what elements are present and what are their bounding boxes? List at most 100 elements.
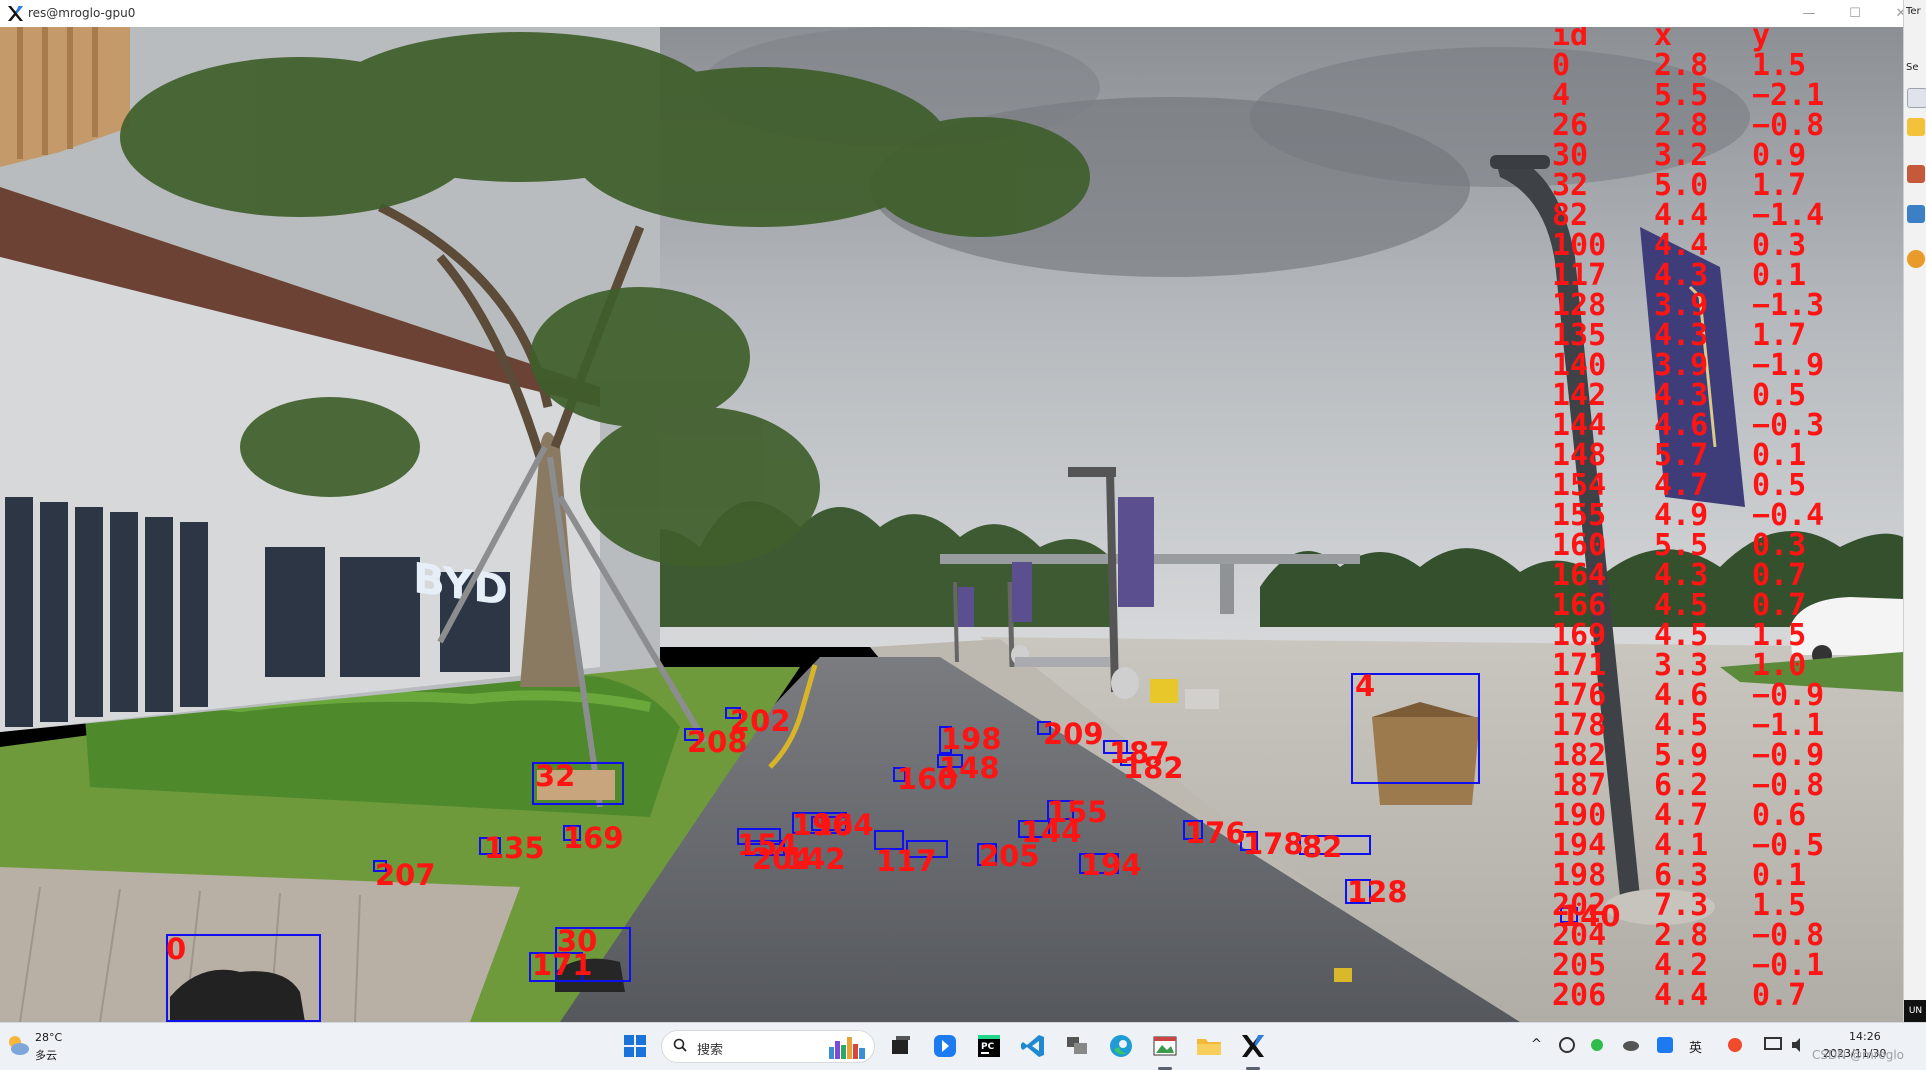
- table-cell-x: 4.5: [1654, 708, 1709, 743]
- table-cell-y: −0.4: [1752, 498, 1825, 533]
- table-cell-y: −0.3: [1752, 408, 1825, 443]
- city-widget-icon: [829, 1037, 865, 1059]
- display-icon[interactable]: [1762, 1034, 1784, 1056]
- edge-browser-icon[interactable]: [1106, 1031, 1136, 1061]
- table-cell-y: 0.6: [1752, 798, 1807, 833]
- sogou-icon[interactable]: [1724, 1034, 1746, 1056]
- detection-label: 178: [1243, 827, 1304, 861]
- table-cell-x: 4.1: [1654, 828, 1709, 863]
- detection-label: 164: [813, 808, 874, 842]
- image-viewer-icon[interactable]: [1150, 1031, 1180, 1061]
- x-logo-icon: [8, 6, 23, 21]
- strip-badge: UN: [1904, 1000, 1926, 1022]
- maximize-button[interactable]: ☐: [1832, 0, 1878, 27]
- detection-label: 198: [941, 722, 1002, 756]
- x-logo-icon[interactable]: [1238, 1031, 1268, 1061]
- table-cell-id: 182: [1552, 738, 1607, 773]
- table-cell-y: −1.4: [1752, 198, 1825, 233]
- remote-desktop-icon[interactable]: [1062, 1031, 1092, 1061]
- svg-text:PC: PC: [981, 1042, 995, 1052]
- detection-label: 82: [1302, 830, 1343, 864]
- table-cell-x: 4.4: [1654, 978, 1709, 1013]
- detection-label: 209: [1043, 717, 1104, 751]
- table-cell-y: −0.9: [1752, 738, 1825, 773]
- table-cell-x: 3.2: [1654, 138, 1709, 173]
- table-cell-x: 5.5: [1654, 528, 1709, 563]
- detection-box: [166, 934, 321, 1022]
- table-cell-y: 0.1: [1752, 258, 1807, 293]
- detection-label: 207: [375, 858, 436, 892]
- table-cell-id: 160: [1552, 528, 1607, 563]
- table-cell-id: 198: [1552, 858, 1607, 893]
- table-cell-id: 4: [1552, 78, 1571, 113]
- table-cell-id: 171: [1552, 648, 1607, 683]
- detection-label: 0: [166, 932, 187, 966]
- folder-icon[interactable]: [1194, 1031, 1224, 1061]
- table-cell-id: 144: [1552, 408, 1607, 443]
- table-cell-y: 0.5: [1752, 468, 1807, 503]
- table-cell-y: 1.5: [1752, 888, 1807, 923]
- table-cell-id: 155: [1552, 498, 1607, 533]
- network-cloud-icon[interactable]: [1620, 1034, 1642, 1056]
- app-icon[interactable]: [1907, 165, 1925, 183]
- table-cell-y: 0.3: [1752, 528, 1807, 563]
- table-cell-x: 4.7: [1654, 468, 1709, 503]
- window-title: res@mroglo-gpu0: [28, 6, 136, 20]
- detection-label: 32: [535, 759, 576, 793]
- taskbar-search[interactable]: 搜索: [661, 1030, 875, 1063]
- table-cell-x: 2.8: [1654, 918, 1709, 953]
- star-icon[interactable]: [1907, 118, 1925, 136]
- table-cell-id: 187: [1552, 768, 1607, 803]
- table-cell-y: −0.1: [1752, 948, 1825, 983]
- bluetooth-app-icon[interactable]: [1654, 1034, 1676, 1056]
- search-field-icon[interactable]: [1907, 88, 1926, 108]
- minimize-button[interactable]: —: [1786, 0, 1832, 27]
- table-cell-x: 4.3: [1654, 258, 1709, 293]
- table-cell-id: 178: [1552, 708, 1607, 743]
- sync-icon[interactable]: [1556, 1034, 1578, 1056]
- table-cell-id: 140: [1552, 348, 1607, 383]
- table-cell-y: 0.7: [1752, 558, 1807, 593]
- table-cell-x: 4.5: [1654, 618, 1709, 653]
- table-cell-y: 0.3: [1752, 228, 1807, 263]
- ime-indicator[interactable]: 英: [1689, 1037, 1702, 1056]
- table-cell-y: 1.5: [1752, 48, 1807, 83]
- wechat-icon[interactable]: [1586, 1034, 1608, 1056]
- detection-label: 4: [1355, 669, 1376, 703]
- vscode-icon[interactable]: [1018, 1031, 1048, 1061]
- table-cell-id: 205: [1552, 948, 1607, 983]
- table-cell-id: 190: [1552, 798, 1607, 833]
- volume-icon[interactable]: [1788, 1034, 1810, 1056]
- table-cell-y: 1.7: [1752, 168, 1807, 203]
- blue-arrow-app-icon[interactable]: [930, 1031, 960, 1061]
- table-cell-x: 4.6: [1654, 408, 1709, 443]
- table-cell-x: 4.3: [1654, 378, 1709, 413]
- app-icon[interactable]: [1907, 205, 1925, 223]
- table-cell-x: 4.2: [1654, 948, 1709, 983]
- app-icon[interactable]: [1907, 250, 1925, 268]
- table-cell-id: 169: [1552, 618, 1607, 653]
- table-cell-id: 204: [1552, 918, 1607, 953]
- tray-overflow-chevron[interactable]: ^: [1531, 1037, 1542, 1052]
- table-cell-y: −0.8: [1752, 768, 1825, 803]
- detection-label: 171: [532, 948, 593, 982]
- background-window-edge: Ter Se UN: [1903, 0, 1926, 1022]
- table-cell-x: 6.3: [1654, 858, 1709, 893]
- task-view-icon[interactable]: [886, 1031, 916, 1061]
- detection-label: 182: [1123, 751, 1184, 785]
- table-cell-id: 30: [1552, 138, 1589, 173]
- weather-description[interactable]: 多云: [35, 1047, 57, 1063]
- table-cell-y: −2.1: [1752, 78, 1825, 113]
- table-cell-id: 148: [1552, 438, 1607, 473]
- table-cell-y: −0.8: [1752, 918, 1825, 953]
- table-cell-id: 135: [1552, 318, 1607, 353]
- clock-time[interactable]: 14:26: [1849, 1030, 1881, 1043]
- table-cell-y: 0.7: [1752, 588, 1807, 623]
- weather-temperature[interactable]: 28°C: [35, 1031, 62, 1044]
- table-cell-x: 5.9: [1654, 738, 1709, 773]
- windows-logo-icon[interactable]: [620, 1031, 650, 1061]
- table-cell-y: 0.1: [1752, 858, 1807, 893]
- table-cell-id: 26: [1552, 108, 1589, 143]
- partly-cloudy-icon[interactable]: [5, 1032, 31, 1058]
- pycharm-icon[interactable]: PC: [974, 1031, 1004, 1061]
